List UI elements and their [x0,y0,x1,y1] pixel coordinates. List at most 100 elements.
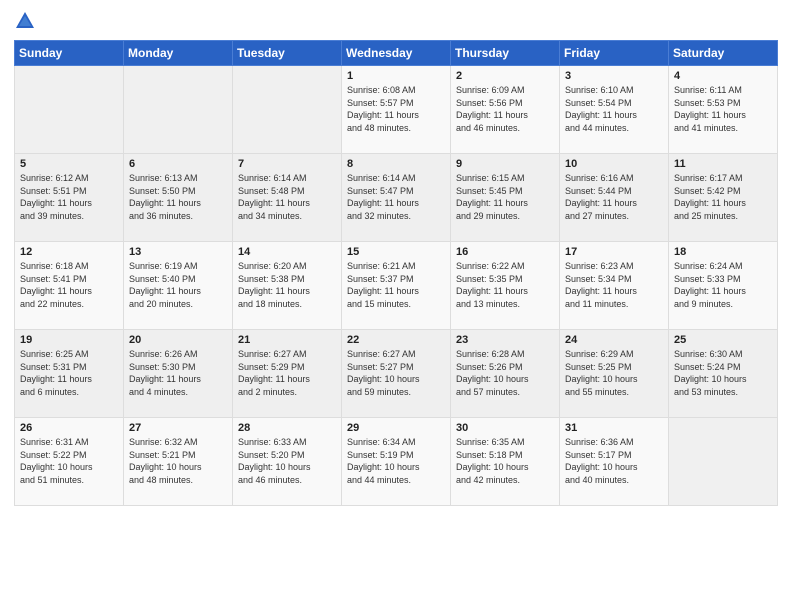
day-info: Sunrise: 6:27 AM Sunset: 5:27 PM Dayligh… [347,348,445,398]
day-number: 9 [456,158,554,170]
col-wednesday: Wednesday [342,41,451,66]
table-row: 12 Sunrise: 6:18 AM Sunset: 5:41 PM Dayli… [15,242,124,330]
col-monday: Monday [124,41,233,66]
day-number: 10 [565,158,663,170]
day-info: Sunrise: 6:21 AM Sunset: 5:37 PM Dayligh… [347,260,445,310]
day-number: 28 [238,422,336,434]
table-row: 3Sunrise: 6:10 AM Sunset: 5:54 PM Daylig… [560,66,669,154]
day-info: Sunrise: 6:25 AM Sunset: 5:31 PM Dayligh… [20,348,118,398]
table-row: 20Sunrise: 6:26 AM Sunset: 5:30 PM Dayli… [124,330,233,418]
day-number: 5 [20,158,118,170]
table-row: 7 Sunrise: 6:14 AM Sunset: 5:48 PM Daylig… [233,154,342,242]
day-info: Sunrise: 6:27 AM Sunset: 5:29 PM Dayligh… [238,348,336,398]
col-tuesday: Tuesday [233,41,342,66]
day-number: 2 [456,70,554,82]
day-info: Sunrise: 6:24 AM Sunset: 5:33 PM Dayligh… [674,260,772,310]
day-info: Sunrise: 6:26 AM Sunset: 5:30 PM Dayligh… [129,348,227,398]
calendar-week-row: 5 Sunrise: 6:12 AM Sunset: 5:51 PM Daylig… [15,154,778,242]
day-info: Sunrise: 6:20 AM Sunset: 5:38 PM Dayligh… [238,260,336,310]
table-row: 21 Sunrise: 6:27 AM Sunset: 5:29 PM Dayli… [233,330,342,418]
day-info: Sunrise: 6:14 AM Sunset: 5:48 PM Dayligh… [238,172,336,222]
day-number: 30 [456,422,554,434]
day-info: Sunrise: 6:31 AM Sunset: 5:22 PM Dayligh… [20,436,118,486]
table-row: 29 Sunrise: 6:34 AM Sunset: 5:19 PM Dayli… [342,418,451,506]
day-number: 18 [674,246,772,258]
day-number: 24 [565,334,663,346]
day-info: Sunrise: 6:33 AM Sunset: 5:20 PM Dayligh… [238,436,336,486]
day-info: Sunrise: 6:36 AM Sunset: 5:17 PM Dayligh… [565,436,663,486]
day-number: 8 [347,158,445,170]
table-row: 14 Sunrise: 6:20 AM Sunset: 5:38 PM Dayli… [233,242,342,330]
table-row: 8 Sunrise: 6:14 AM Sunset: 5:47 PM Daylig… [342,154,451,242]
day-info: Sunrise: 6:30 AM Sunset: 5:24 PM Dayligh… [674,348,772,398]
table-row: 13Sunrise: 6:19 AM Sunset: 5:40 PM Dayli… [124,242,233,330]
table-row: 26 Sunrise: 6:31 AM Sunset: 5:22 PM Dayli… [15,418,124,506]
table-row: 24 Sunrise: 6:29 AM Sunset: 5:25 PM Dayli… [560,330,669,418]
day-info: Sunrise: 6:12 AM Sunset: 5:51 PM Dayligh… [20,172,118,222]
calendar-header-row: Sunday Monday Tuesday Wednesday Thursday… [15,41,778,66]
table-row: 15Sunrise: 6:21 AM Sunset: 5:37 PM Dayli… [342,242,451,330]
day-info: Sunrise: 6:09 AM Sunset: 5:56 PM Dayligh… [456,84,554,134]
table-row: 10 Sunrise: 6:16 AM Sunset: 5:44 PM Dayli… [560,154,669,242]
day-info: Sunrise: 6:11 AM Sunset: 5:53 PM Dayligh… [674,84,772,134]
day-number: 14 [238,246,336,258]
table-row: 31 Sunrise: 6:36 AM Sunset: 5:17 PM Dayli… [560,418,669,506]
day-info: Sunrise: 6:08 AM Sunset: 5:57 PM Dayligh… [347,84,445,134]
day-number: 26 [20,422,118,434]
day-info: Sunrise: 6:34 AM Sunset: 5:19 PM Dayligh… [347,436,445,486]
col-saturday: Saturday [669,41,778,66]
day-number: 31 [565,422,663,434]
col-friday: Friday [560,41,669,66]
day-info: Sunrise: 6:16 AM Sunset: 5:44 PM Dayligh… [565,172,663,222]
day-number: 13 [129,246,227,258]
table-row: 17 Sunrise: 6:23 AM Sunset: 5:34 PM Dayli… [560,242,669,330]
table-row [233,66,342,154]
calendar-table: Sunday Monday Tuesday Wednesday Thursday… [14,40,778,506]
table-row: 2 Sunrise: 6:09 AM Sunset: 5:56 PM Daylig… [451,66,560,154]
day-number: 29 [347,422,445,434]
table-row: 22 Sunrise: 6:27 AM Sunset: 5:27 PM Dayli… [342,330,451,418]
table-row: 23 Sunrise: 6:28 AM Sunset: 5:26 PM Dayli… [451,330,560,418]
page-header [14,10,778,32]
table-row: 5 Sunrise: 6:12 AM Sunset: 5:51 PM Daylig… [15,154,124,242]
day-info: Sunrise: 6:23 AM Sunset: 5:34 PM Dayligh… [565,260,663,310]
day-number: 23 [456,334,554,346]
col-thursday: Thursday [451,41,560,66]
day-info: Sunrise: 6:32 AM Sunset: 5:21 PM Dayligh… [129,436,227,486]
table-row: 11Sunrise: 6:17 AM Sunset: 5:42 PM Dayli… [669,154,778,242]
table-row: 6Sunrise: 6:13 AM Sunset: 5:50 PM Daylig… [124,154,233,242]
day-number: 7 [238,158,336,170]
table-row: 30 Sunrise: 6:35 AM Sunset: 5:18 PM Dayli… [451,418,560,506]
table-row: 4Sunrise: 6:11 AM Sunset: 5:53 PM Daylig… [669,66,778,154]
logo-icon [14,10,36,32]
day-number: 22 [347,334,445,346]
day-number: 6 [129,158,227,170]
calendar-week-row: 26 Sunrise: 6:31 AM Sunset: 5:22 PM Dayli… [15,418,778,506]
day-info: Sunrise: 6:22 AM Sunset: 5:35 PM Dayligh… [456,260,554,310]
day-number: 12 [20,246,118,258]
table-row: 27 Sunrise: 6:32 AM Sunset: 5:21 PM Dayli… [124,418,233,506]
col-sunday: Sunday [15,41,124,66]
table-row [15,66,124,154]
day-info: Sunrise: 6:28 AM Sunset: 5:26 PM Dayligh… [456,348,554,398]
day-number: 3 [565,70,663,82]
logo [14,10,40,32]
table-row: 9Sunrise: 6:15 AM Sunset: 5:45 PM Daylig… [451,154,560,242]
day-number: 16 [456,246,554,258]
table-row: 19Sunrise: 6:25 AM Sunset: 5:31 PM Dayli… [15,330,124,418]
table-row [669,418,778,506]
table-row: 28 Sunrise: 6:33 AM Sunset: 5:20 PM Dayli… [233,418,342,506]
day-number: 1 [347,70,445,82]
day-number: 17 [565,246,663,258]
day-number: 27 [129,422,227,434]
day-info: Sunrise: 6:35 AM Sunset: 5:18 PM Dayligh… [456,436,554,486]
table-row: 18 Sunrise: 6:24 AM Sunset: 5:33 PM Dayli… [669,242,778,330]
calendar-week-row: 12 Sunrise: 6:18 AM Sunset: 5:41 PM Dayli… [15,242,778,330]
table-row [124,66,233,154]
day-info: Sunrise: 6:14 AM Sunset: 5:47 PM Dayligh… [347,172,445,222]
day-info: Sunrise: 6:18 AM Sunset: 5:41 PM Dayligh… [20,260,118,310]
day-info: Sunrise: 6:17 AM Sunset: 5:42 PM Dayligh… [674,172,772,222]
calendar-week-row: 1 Sunrise: 6:08 AM Sunset: 5:57 PM Daylig… [15,66,778,154]
day-number: 21 [238,334,336,346]
day-info: Sunrise: 6:29 AM Sunset: 5:25 PM Dayligh… [565,348,663,398]
